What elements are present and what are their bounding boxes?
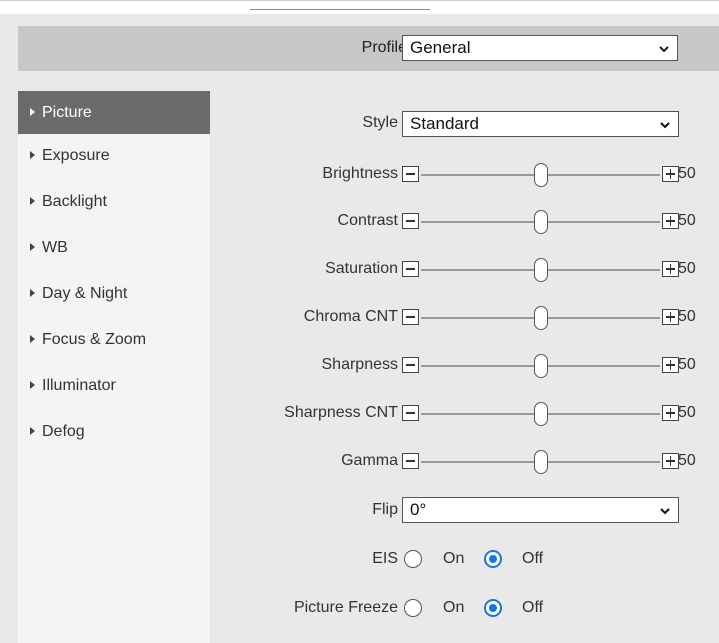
top-edge [0, 0, 719, 15]
minus-button[interactable] [402, 309, 419, 325]
sidebar: Picture Exposure Backlight WB Day & Nigh… [18, 91, 210, 643]
sidebar-item-focus-zoom[interactable]: Focus & Zoom [18, 318, 210, 364]
caret-right-icon [30, 242, 35, 251]
gamma-slider[interactable] [402, 450, 679, 474]
style-label: Style [362, 114, 398, 131]
slider-thumb[interactable] [533, 402, 548, 426]
chevron-down-icon [659, 46, 669, 53]
sidebar-item-label: Focus & Zoom [42, 331, 147, 348]
sidebar-item-picture[interactable]: Picture [18, 91, 210, 134]
tab-edge [250, 0, 430, 10]
sharpness-cnt-label: Sharpness CNT [284, 404, 398, 421]
sidebar-item-wb[interactable]: WB [18, 226, 210, 272]
sharpness-slider[interactable] [402, 354, 679, 378]
slider-thumb[interactable] [533, 258, 548, 282]
chevron-down-icon [660, 508, 670, 515]
profile-select-value: General [410, 38, 471, 57]
slider-thumb[interactable] [533, 450, 548, 474]
sidebar-item-label: Illuminator [42, 377, 116, 394]
picture-freeze-on-label[interactable]: On [443, 599, 464, 617]
minus-button[interactable] [402, 357, 419, 373]
minus-button[interactable] [402, 166, 419, 182]
plus-button[interactable] [662, 357, 679, 373]
profile-select[interactable]: General [402, 35, 678, 61]
caret-right-icon [30, 334, 35, 343]
chevron-down-icon [660, 122, 670, 129]
eis-off-radio[interactable] [484, 550, 502, 568]
sidebar-item-exposure[interactable]: Exposure [18, 134, 210, 180]
eis-on-label[interactable]: On [443, 550, 464, 568]
chroma-cnt-slider[interactable] [402, 306, 679, 330]
slider-thumb[interactable] [533, 354, 548, 378]
plus-button[interactable] [662, 166, 679, 182]
sidebar-item-illuminator[interactable]: Illuminator [18, 364, 210, 410]
sharpness-cnt-value: 50 [678, 404, 696, 421]
sidebar-item-label: WB [42, 239, 68, 256]
picture-freeze-label: Picture Freeze [293, 599, 398, 616]
plus-button[interactable] [662, 405, 679, 421]
caret-right-icon [30, 288, 35, 297]
flip-label: Flip [372, 501, 398, 518]
plus-button[interactable] [662, 453, 679, 469]
sidebar-item-defog[interactable]: Defog [18, 410, 210, 456]
caret-right-icon [30, 426, 35, 435]
caret-right-icon [30, 196, 35, 205]
picture-freeze-off-radio[interactable] [484, 599, 502, 617]
saturation-label: Saturation [325, 260, 398, 277]
flip-select-value: 0° [410, 500, 427, 519]
eis-off-label[interactable]: Off [522, 550, 543, 568]
chroma-cnt-label: Chroma CNT [303, 308, 398, 325]
settings-panel: Profile General Picture Exposure Backlig… [0, 14, 719, 643]
style-select-value: Standard [410, 114, 479, 133]
minus-button[interactable] [402, 405, 419, 421]
profile-bar: Profile General [18, 26, 719, 71]
sharpness-label: Sharpness [321, 356, 399, 373]
sidebar-item-day-night[interactable]: Day & Night [18, 272, 210, 318]
sidebar-item-backlight[interactable]: Backlight [18, 180, 210, 226]
flip-select[interactable]: 0° [402, 497, 679, 523]
chroma-cnt-value: 50 [678, 308, 696, 325]
contrast-value: 50 [678, 212, 696, 229]
plus-button[interactable] [662, 309, 679, 325]
brightness-label: Brightness [322, 165, 398, 182]
sharpness-value: 50 [678, 356, 696, 373]
minus-button[interactable] [402, 453, 419, 469]
picture-freeze-on-radio[interactable] [404, 599, 422, 617]
slider-thumb[interactable] [533, 163, 548, 187]
slider-thumb[interactable] [533, 210, 548, 234]
slider-thumb[interactable] [533, 306, 548, 330]
picture-freeze-radio-group: On Off [404, 597, 564, 621]
eis-radio-group: On Off [404, 548, 564, 572]
sidebar-item-label: Picture [42, 104, 92, 121]
caret-right-icon [30, 380, 35, 389]
sidebar-item-label: Day & Night [42, 285, 128, 302]
sidebar-item-label: Exposure [42, 147, 110, 164]
brightness-slider[interactable] [402, 163, 679, 187]
sidebar-item-label: Backlight [42, 193, 107, 210]
eis-on-radio[interactable] [404, 550, 422, 568]
saturation-value: 50 [678, 260, 696, 277]
sharpness-cnt-slider[interactable] [402, 402, 679, 426]
minus-button[interactable] [402, 261, 419, 277]
sidebar-item-label: Defog [42, 423, 85, 440]
minus-button[interactable] [402, 213, 419, 229]
style-select[interactable]: Standard [402, 111, 679, 137]
profile-label: Profile [361, 39, 407, 56]
caret-right-icon [30, 107, 35, 116]
caret-right-icon [30, 150, 35, 159]
gamma-value: 50 [678, 452, 696, 469]
brightness-value: 50 [678, 165, 696, 182]
contrast-label: Contrast [337, 212, 398, 229]
saturation-slider[interactable] [402, 258, 679, 282]
plus-button[interactable] [662, 261, 679, 277]
picture-freeze-off-label[interactable]: Off [522, 599, 543, 617]
plus-button[interactable] [662, 213, 679, 229]
contrast-slider[interactable] [402, 210, 679, 234]
gamma-label: Gamma [341, 452, 398, 469]
eis-label: EIS [372, 550, 398, 567]
